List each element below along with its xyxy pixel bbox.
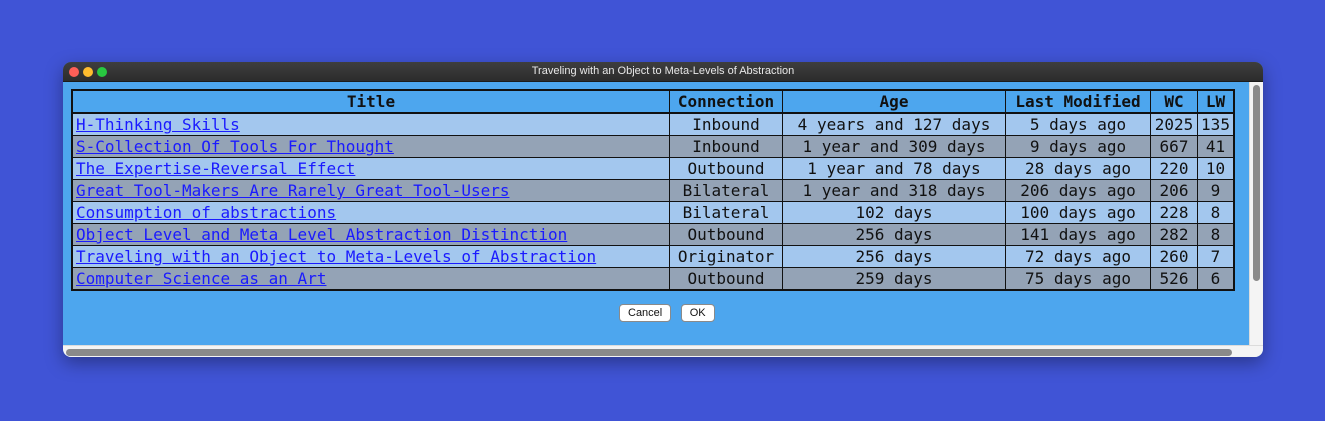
- cell-title: Great Tool-Makers Are Rarely Great Tool-…: [71, 179, 670, 202]
- cell-last-modified: 9 days ago: [1005, 135, 1151, 158]
- horizontal-scrollbar[interactable]: [63, 345, 1263, 357]
- table-row: H-Thinking Skills Inbound 4 years and 12…: [71, 112, 1235, 136]
- cell-title: Computer Science as an Art: [71, 267, 670, 291]
- cell-title: The Expertise-Reversal Effect: [71, 157, 670, 180]
- cell-title: H-Thinking Skills: [71, 112, 670, 136]
- cell-wc: 206: [1150, 179, 1198, 202]
- cell-connection: Outbound: [669, 157, 783, 180]
- table-header-row: Title Connection Age Last Modified WC LW: [71, 89, 1235, 114]
- table-row: Great Tool-Makers Are Rarely Great Tool-…: [71, 179, 1235, 202]
- cell-title: Object Level and Meta Level Abstraction …: [71, 223, 670, 246]
- table-row: S-Collection Of Tools For Thought Inboun…: [71, 135, 1235, 158]
- cell-last-modified: 206 days ago: [1005, 179, 1151, 202]
- cell-title: Consumption of abstractions: [71, 201, 670, 224]
- cell-connection: Inbound: [669, 112, 783, 136]
- cell-connection: Bilateral: [669, 179, 783, 202]
- cell-lw: 6: [1197, 267, 1235, 291]
- table-row: Object Level and Meta Level Abstraction …: [71, 223, 1235, 246]
- ok-button[interactable]: OK: [680, 304, 715, 322]
- cell-last-modified: 28 days ago: [1005, 157, 1151, 180]
- note-link[interactable]: S-Collection Of Tools For Thought: [76, 137, 394, 156]
- note-link[interactable]: The Expertise-Reversal Effect: [76, 159, 355, 178]
- table-row: The Expertise-Reversal Effect Outbound 1…: [71, 157, 1235, 180]
- cell-connection: Outbound: [669, 267, 783, 291]
- column-header-last-modified[interactable]: Last Modified: [1005, 89, 1151, 114]
- cell-wc: 220: [1150, 157, 1198, 180]
- cell-lw: 7: [1197, 245, 1235, 268]
- column-header-wc[interactable]: WC: [1150, 89, 1198, 114]
- cell-wc: 667: [1150, 135, 1198, 158]
- note-link[interactable]: Consumption of abstractions: [76, 203, 336, 222]
- column-header-age[interactable]: Age: [782, 89, 1006, 114]
- cell-last-modified: 100 days ago: [1005, 201, 1151, 224]
- note-link[interactable]: Great Tool-Makers Are Rarely Great Tool-…: [76, 181, 509, 200]
- cell-lw: 8: [1197, 223, 1235, 246]
- cell-age: 256 days: [782, 223, 1006, 246]
- cell-wc: 228: [1150, 201, 1198, 224]
- cell-wc: 2025: [1150, 112, 1198, 136]
- cell-wc: 526: [1150, 267, 1198, 291]
- dialog-window: Traveling with an Object to Meta-Levels …: [63, 62, 1263, 357]
- cell-wc: 282: [1150, 223, 1198, 246]
- dialog-content: Title Connection Age Last Modified WC LW…: [63, 82, 1248, 345]
- cell-last-modified: 5 days ago: [1005, 112, 1151, 136]
- cell-age: 1 year and 78 days: [782, 157, 1006, 180]
- cell-lw: 8: [1197, 201, 1235, 224]
- cell-age: 1 year and 318 days: [782, 179, 1006, 202]
- window-title: Traveling with an Object to Meta-Levels …: [531, 65, 795, 77]
- vertical-scrollbar[interactable]: [1249, 82, 1263, 345]
- cell-title: Traveling with an Object to Meta-Levels …: [71, 245, 670, 268]
- cancel-button[interactable]: Cancel: [619, 304, 672, 322]
- cell-last-modified: 72 days ago: [1005, 245, 1151, 268]
- cell-lw: 10: [1197, 157, 1235, 180]
- vertical-scroll-thumb[interactable]: [1253, 85, 1260, 281]
- column-header-title[interactable]: Title: [71, 89, 670, 114]
- cell-age: 4 years and 127 days: [782, 112, 1006, 136]
- title-bar[interactable]: Traveling with an Object to Meta-Levels …: [63, 62, 1263, 82]
- cell-lw: 135: [1197, 112, 1235, 136]
- cell-lw: 41: [1197, 135, 1235, 158]
- cell-connection: Originator: [669, 245, 783, 268]
- table-row: Computer Science as an Art Outbound 259 …: [71, 267, 1235, 291]
- links-table: Title Connection Age Last Modified WC LW…: [71, 89, 1235, 291]
- cell-title: S-Collection Of Tools For Thought: [71, 135, 670, 158]
- cell-last-modified: 75 days ago: [1005, 267, 1151, 291]
- cell-connection: Outbound: [669, 223, 783, 246]
- note-link[interactable]: Computer Science as an Art: [76, 269, 326, 288]
- cell-age: 102 days: [782, 201, 1006, 224]
- note-link[interactable]: Object Level and Meta Level Abstraction …: [76, 225, 567, 244]
- cell-lw: 9: [1197, 179, 1235, 202]
- cell-wc: 260: [1150, 245, 1198, 268]
- cell-age: 256 days: [782, 245, 1006, 268]
- column-header-lw[interactable]: LW: [1197, 89, 1235, 114]
- table-row: Consumption of abstractions Bilateral 10…: [71, 201, 1235, 224]
- cell-age: 259 days: [782, 267, 1006, 291]
- note-link[interactable]: H-Thinking Skills: [76, 115, 240, 134]
- column-header-connection[interactable]: Connection: [669, 89, 783, 114]
- cell-connection: Inbound: [669, 135, 783, 158]
- cell-age: 1 year and 309 days: [782, 135, 1006, 158]
- horizontal-scroll-thumb[interactable]: [66, 349, 1232, 356]
- table-row: Traveling with an Object to Meta-Levels …: [71, 245, 1235, 268]
- cell-connection: Bilateral: [669, 201, 783, 224]
- dialog-buttons: Cancel OK: [619, 303, 720, 322]
- note-link[interactable]: Traveling with an Object to Meta-Levels …: [76, 247, 596, 266]
- cell-last-modified: 141 days ago: [1005, 223, 1151, 246]
